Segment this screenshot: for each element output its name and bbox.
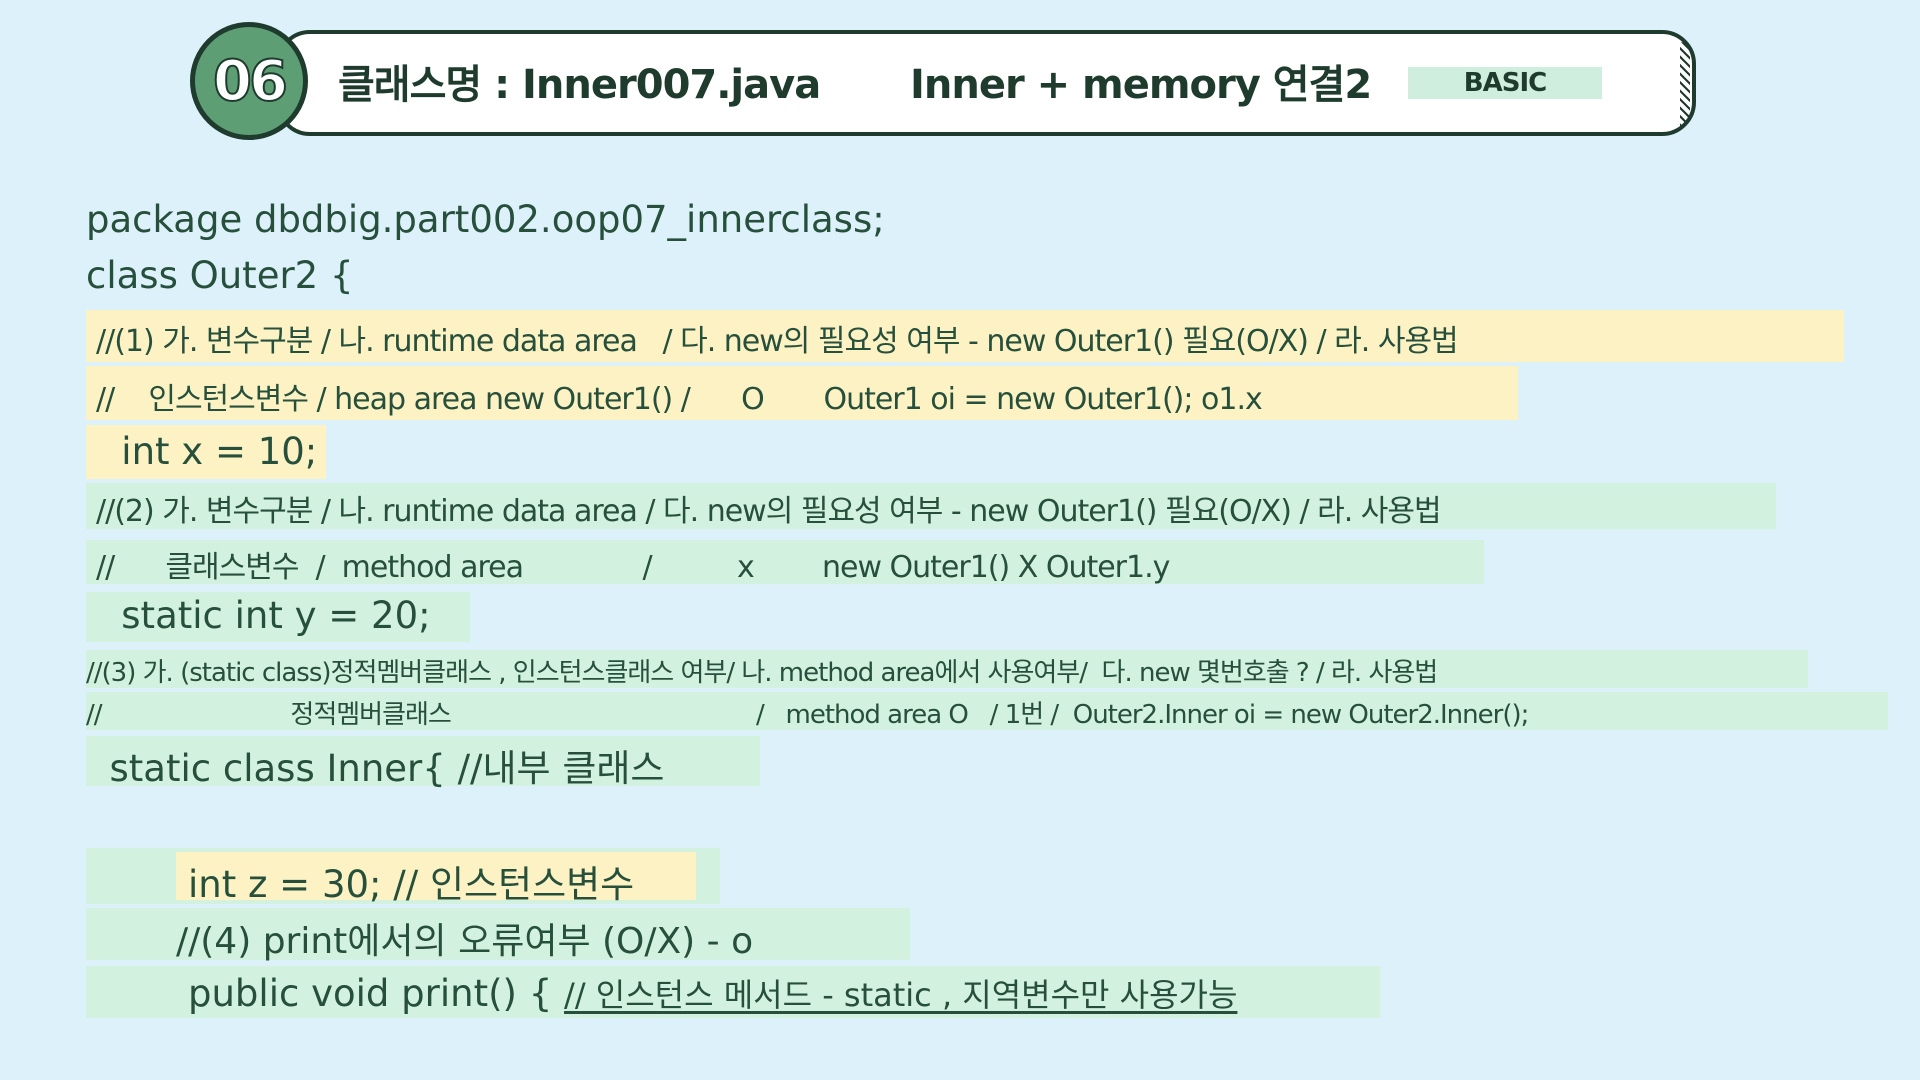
level-badge: BASIC bbox=[1408, 67, 1602, 99]
code-line-static-y: static int y = 20; bbox=[86, 594, 431, 637]
code-line-int-x: int x = 10; bbox=[86, 430, 318, 473]
code-comment-1-answer: // 인스턴스변수 / heap area new Outer1() / O O… bbox=[96, 382, 1263, 417]
code-comment-3-answer: // 정적멤버클래스 / method area O / 1번 / Outer2… bbox=[86, 700, 1529, 730]
code-comment-1-question: //(1) 가. 변수구분 / 나. runtime data area / 다… bbox=[96, 324, 1459, 359]
slide-number: 06 bbox=[212, 48, 289, 115]
code-line-int-z: int z = 30; // 인스턴스변수 bbox=[188, 863, 635, 906]
code-line-static-class-inner: static class Inner{ //내부 클래스 bbox=[86, 747, 665, 790]
print-method-comment: // 인스턴스 메서드 - static , 지역변수만 사용가능 bbox=[564, 976, 1238, 1014]
print-method-signature: public void print() { bbox=[188, 972, 565, 1015]
slide-number-badge: 06 bbox=[190, 22, 308, 140]
topic-title: Inner + memory 연결2 bbox=[910, 62, 1372, 108]
code-comment-3-question: //(3) 가. (static class)정적멤버클래스 , 인스턴스클래스… bbox=[86, 658, 1438, 688]
code-line-package: package dbdbig.part002.oop07_innerclass; bbox=[86, 198, 885, 241]
code-line-class-decl: class Outer2 { bbox=[86, 254, 354, 297]
class-name-title: 클래스명 : Inner007.java bbox=[338, 62, 821, 108]
code-comment-4: //(4) print에서의 오류여부 (O/X) - o bbox=[176, 921, 754, 962]
title-bar-stripes bbox=[1680, 42, 1690, 126]
code-comment-2-question: //(2) 가. 변수구분 / 나. runtime data area / 다… bbox=[96, 494, 1442, 529]
code-line-print-method: public void print() { // 인스턴스 메서드 - stat… bbox=[188, 970, 1237, 1016]
code-comment-2-answer: // 클래스변수 / method area / x new Outer1() … bbox=[96, 550, 1170, 585]
